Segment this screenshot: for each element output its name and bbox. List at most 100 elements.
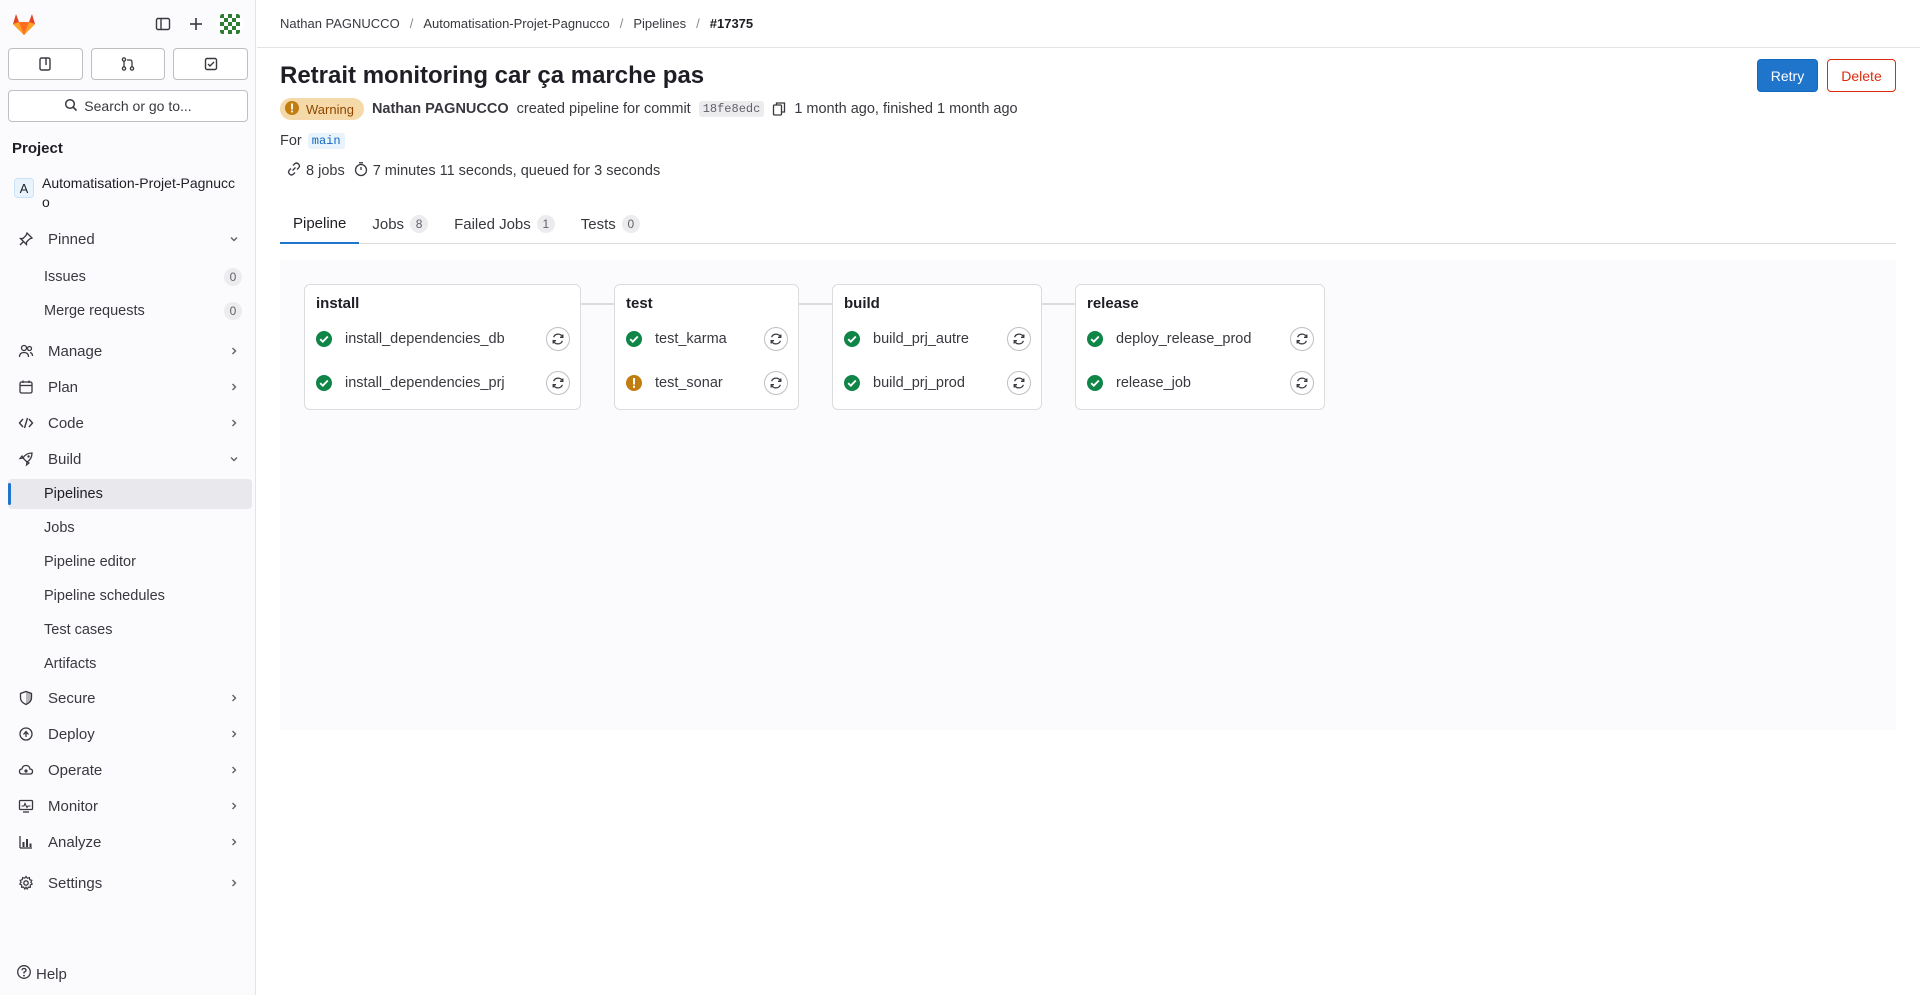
sidebar-item-code[interactable]: Code [8,408,252,438]
job-item[interactable]: test_karma [625,323,788,355]
retry-icon[interactable] [1007,371,1031,395]
merge-request-icon [121,57,135,71]
author-link[interactable]: Nathan PAGNUCCO [372,101,509,117]
sidebar-item-deploy[interactable]: Deploy [8,719,252,749]
job-name: release_job [1116,375,1191,391]
breadcrumb-user[interactable]: Nathan PAGNUCCO [280,16,400,31]
sidebar-item-label: Code [48,414,84,432]
job-name: deploy_release_prod [1116,331,1252,347]
page-title: Retrait monitoring car ça marche pas [280,62,705,89]
tab-tests[interactable]: Tests 0 [568,204,653,244]
commit-sha[interactable]: 18fe8edc [698,101,765,117]
create-new-icon[interactable] [184,12,208,36]
stage-connector [799,303,832,305]
delete-button[interactable]: Delete [1827,59,1896,92]
sidebar-item-monitor[interactable]: Monitor [8,791,252,821]
todo-icon [204,57,217,71]
job-item[interactable]: build_prj_prod [843,367,1031,399]
success-status-icon [315,374,333,392]
sidebar-item-issues[interactable]: Issues 0 [8,262,252,292]
sidebar-item-pipelines[interactable]: Pipelines [8,479,252,509]
calendar-icon [16,379,36,395]
retry-icon[interactable] [546,327,570,351]
retry-icon[interactable] [764,371,788,395]
retry-icon[interactable] [1290,327,1314,351]
job-item[interactable]: deploy_release_prod [1086,323,1314,355]
stage-title: release [1087,295,1139,312]
sidebar-item-jobs[interactable]: Jobs [8,513,252,543]
tab-label: Jobs [372,215,405,233]
job-item[interactable]: build_prj_autre [843,323,1031,355]
copy-icon[interactable] [772,101,786,117]
sidebar-counters [8,48,249,80]
sidebar-item-plan[interactable]: Plan [8,372,252,402]
sidebar-item-label: Test cases [44,622,113,638]
assigned-issues-button[interactable] [8,48,83,80]
sidebar-item-secure[interactable]: Secure [8,683,252,713]
chevron-right-icon [228,416,240,433]
stage-release: release deploy_release_prod release_job [1075,284,1325,410]
sidebar-project-link[interactable]: A Automatisation-Projet-Pagnucco [8,174,248,222]
pin-icon [16,231,36,247]
project-name: Automatisation-Projet-Pagnucco [42,175,235,210]
sidebar-item-analyze[interactable]: Analyze [8,827,252,857]
branch-link[interactable]: main [307,133,345,149]
for-label: For [280,133,302,149]
retry-icon[interactable] [764,327,788,351]
status-badge[interactable]: Warning [280,98,364,120]
sidebar-item-label: Analyze [48,833,102,851]
sidebar-item-pinned[interactable]: Pinned [8,224,252,254]
job-name: test_sonar [655,375,723,391]
user-avatar[interactable] [217,11,243,37]
sidebar-item-manage[interactable]: Manage [8,336,252,366]
job-item[interactable]: install_dependencies_db [315,323,570,355]
help-button[interactable]: Help [16,964,67,984]
sidebar: Search or go to... Project A Automatisat… [0,0,256,995]
chevron-right-icon [228,835,240,852]
tab-label: Failed Jobs [454,215,531,233]
tab-pipeline[interactable]: Pipeline [280,204,360,244]
chevron-right-icon [228,344,240,361]
retry-icon[interactable] [1007,327,1031,351]
breadcrumb-project[interactable]: Automatisation-Projet-Pagnucco [423,16,609,31]
tab-label: Pipeline [293,214,347,232]
retry-icon[interactable] [1290,371,1314,395]
merge-requests-button[interactable] [90,48,166,80]
stage-title: build [844,295,880,312]
sidebar-item-label: Secure [48,689,96,707]
sidebar-item-artifacts[interactable]: Artifacts [8,649,252,679]
sidebar-item-label: Pipeline schedules [44,588,165,604]
sidebar-item-test-cases[interactable]: Test cases [8,615,252,645]
stage-title: test [626,295,653,312]
sidebar-item-settings[interactable]: Settings [8,868,252,898]
sidebar-item-build[interactable]: Build [8,444,252,474]
tab-jobs[interactable]: Jobs 8 [359,204,441,244]
retry-button[interactable]: Retry [1757,59,1818,92]
gitlab-logo-icon[interactable] [10,10,38,38]
help-icon [16,964,32,984]
stage-install: install install_dependencies_db install_… [304,284,581,410]
search-button[interactable]: Search or go to... [8,90,248,122]
sidebar-header [0,0,256,48]
toggle-sidebar-icon[interactable] [151,12,175,36]
job-item[interactable]: test_sonar [625,367,788,399]
sidebar-item-merge-requests[interactable]: Merge requests 0 [8,296,252,326]
breadcrumb-pipeline-id[interactable]: #17375 [710,16,753,31]
retry-icon[interactable] [546,371,570,395]
job-item[interactable]: install_dependencies_prj [315,367,570,399]
breadcrumb-separator: / [696,16,700,31]
breadcrumb-separator: / [409,16,414,31]
sidebar-item-pipeline-editor[interactable]: Pipeline editor [8,547,252,577]
sidebar-item-operate[interactable]: Operate [8,755,252,785]
sidebar-section-title: Project [12,140,63,157]
issues-icon [39,57,52,71]
pipeline-tabs: Pipeline Jobs 8 Failed Jobs 1 Tests 0 [280,204,1896,244]
sidebar-item-pipeline-schedules[interactable]: Pipeline schedules [8,581,252,611]
success-status-icon [843,330,861,348]
todo-list-button[interactable] [173,48,249,80]
breadcrumb-pipelines[interactable]: Pipelines [633,16,686,31]
tab-failed-jobs[interactable]: Failed Jobs 1 [441,204,568,244]
job-item[interactable]: release_job [1086,367,1314,399]
chevron-right-icon [228,691,240,708]
code-icon [16,415,36,431]
